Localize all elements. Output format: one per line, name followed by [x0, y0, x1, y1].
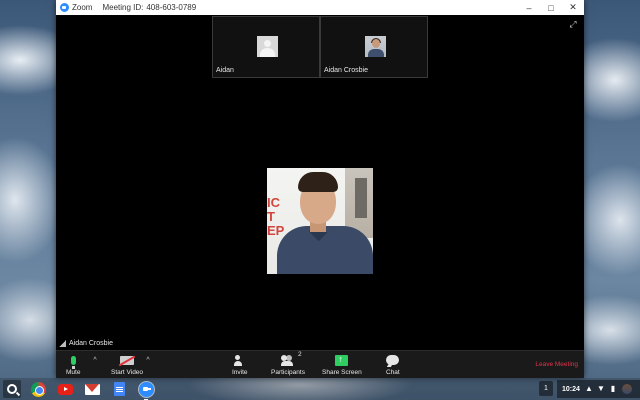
- photo-face: [372, 39, 380, 48]
- meeting-toolbar: Mute ^ Start Video ^ Invite 2 Participan…: [56, 350, 584, 378]
- photo-shirt: [368, 49, 384, 57]
- leave-meeting-button[interactable]: Leave Meeting: [535, 361, 578, 368]
- mute-label: Mute: [66, 369, 81, 376]
- chat-icon: [386, 355, 400, 365]
- background-window: [355, 178, 367, 218]
- os-shelf: 1 10:24 ▲ ▼ ▮: [0, 378, 640, 400]
- video-off-icon: [120, 355, 135, 365]
- fullscreen-icon[interactable]: ⤢: [568, 19, 578, 29]
- docs-icon: [113, 382, 125, 396]
- meeting-id-label: Meeting ID:: [102, 3, 144, 12]
- status-tray[interactable]: 10:24 ▲ ▼ ▮: [557, 380, 640, 398]
- title-bar: Zoom Meeting ID: 408-603-0789 – □ ✕: [56, 0, 584, 15]
- participant-name: Aidan Crosbie: [324, 67, 368, 74]
- zoom-logo-icon: [60, 3, 69, 12]
- clock: 10:24: [562, 385, 580, 393]
- mute-button[interactable]: Mute: [66, 353, 80, 376]
- network-icon: ▲: [584, 384, 593, 393]
- participant-thumbnail[interactable]: Aidan Crosbie: [320, 16, 428, 78]
- signal-strength-icon: [59, 340, 66, 347]
- docs-app[interactable]: [110, 380, 128, 398]
- wifi-icon: ▼: [596, 384, 605, 393]
- zoom-meeting-window: Zoom Meeting ID: 408-603-0789 – □ ✕ ⤢ Ai…: [56, 0, 584, 378]
- invite-label: Invite: [232, 369, 248, 376]
- participants-count: 2: [297, 351, 302, 358]
- gmail-icon: [84, 383, 100, 395]
- zoom-app[interactable]: [137, 380, 155, 400]
- zoom-app-icon: [138, 381, 154, 397]
- participants-label: Participants: [271, 369, 305, 376]
- window-controls: – □ ✕: [518, 0, 584, 15]
- avatar-body-shape: [260, 48, 275, 57]
- minimize-button[interactable]: –: [518, 0, 540, 15]
- invite-button[interactable]: Invite: [232, 353, 248, 376]
- chat-button[interactable]: Chat: [386, 353, 400, 376]
- meeting-id: 408-603-0789: [146, 3, 197, 12]
- share-screen-label: Share Screen: [322, 369, 362, 376]
- speaker-hair: [298, 172, 338, 192]
- participant-thumbnail[interactable]: Aidan: [212, 16, 320, 78]
- profile-photo: [365, 36, 386, 57]
- youtube-icon: [57, 383, 73, 395]
- default-avatar-icon: [257, 36, 278, 57]
- participants-icon: [280, 354, 295, 366]
- avatar-head-shape: [264, 40, 271, 47]
- participant-name: Aidan: [216, 67, 234, 74]
- start-video-label: Start Video: [111, 369, 144, 376]
- share-screen-button[interactable]: Share Screen: [322, 353, 362, 377]
- gmail-app[interactable]: [83, 380, 101, 398]
- active-speaker-video: IC T EP: [267, 168, 373, 274]
- chat-label: Chat: [386, 369, 400, 376]
- launcher-button[interactable]: [3, 380, 21, 398]
- maximize-button[interactable]: □: [540, 0, 562, 15]
- search-icon: [7, 384, 17, 394]
- youtube-app[interactable]: [56, 380, 74, 398]
- active-speaker-label: Aidan Crosbie: [59, 340, 113, 347]
- participants-button[interactable]: 2 Participants: [271, 351, 305, 376]
- chrome-icon: [30, 381, 46, 397]
- user-avatar: [621, 384, 632, 394]
- audio-options-caret-icon[interactable]: ^: [91, 357, 99, 365]
- share-screen-icon: [335, 354, 349, 366]
- battery-icon: ▮: [610, 384, 616, 393]
- chrome-app[interactable]: [29, 380, 47, 398]
- video-options-caret-icon[interactable]: ^: [144, 357, 152, 365]
- close-button[interactable]: ✕: [562, 0, 584, 15]
- invite-icon: [233, 354, 246, 366]
- active-speaker-name: Aidan Crosbie: [69, 340, 113, 347]
- app-name: Zoom: [72, 3, 93, 12]
- microphone-icon: [70, 355, 76, 369]
- start-video-button[interactable]: Start Video: [111, 353, 143, 376]
- notification-badge[interactable]: 1: [539, 381, 553, 396]
